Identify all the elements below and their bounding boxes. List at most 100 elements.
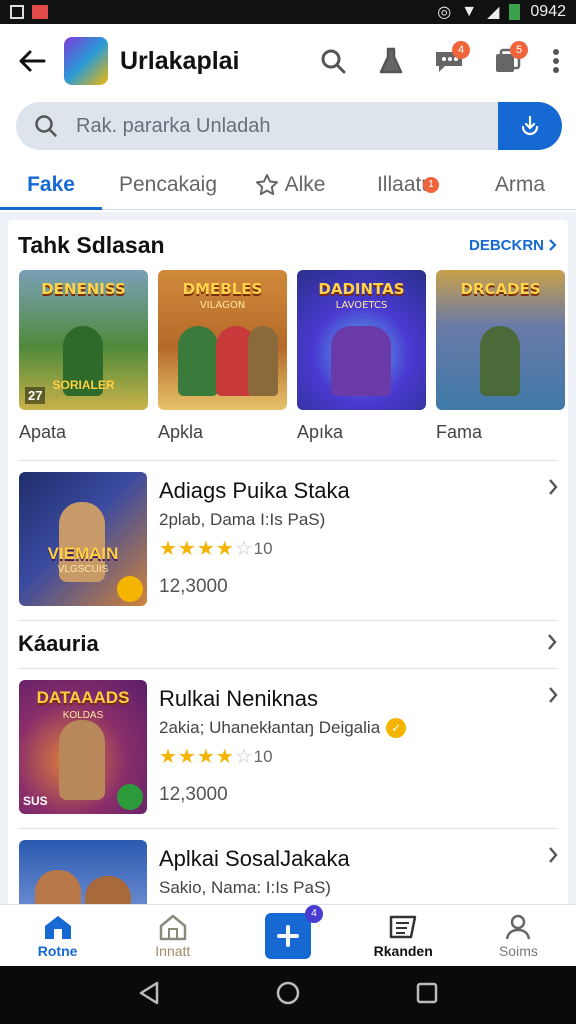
app-tile-label: Apata	[19, 422, 67, 442]
list-item-title: Adiags Puika Staka	[159, 478, 350, 503]
subtitle-text: Sakio, Nama: I:Is PaS)	[159, 878, 331, 897]
tab-fake[interactable]: Fake	[0, 160, 102, 210]
nav-label: Rkanden	[373, 942, 433, 959]
library-button[interactable]: 5	[478, 31, 536, 91]
battery-icon	[509, 4, 521, 20]
divider	[18, 668, 558, 669]
voice-download-button[interactable]	[498, 102, 562, 150]
system-recents-button[interactable]	[415, 981, 439, 1010]
list-item-thumbnail	[19, 840, 147, 904]
lab-button[interactable]	[362, 31, 420, 91]
rating-stars: ★★★★☆	[159, 538, 254, 560]
verified-icon: ✓	[386, 718, 407, 738]
section-header: Tahk Sdlasan DEBCKRN	[18, 228, 558, 262]
chevron-right-icon	[547, 478, 559, 501]
news-icon	[389, 915, 417, 938]
art-title: DRCADES	[460, 280, 541, 298]
art-subtitle: VILAGON	[199, 300, 246, 311]
app-tile[interactable]: DADINTAS LAVOETCS Apıka	[297, 270, 426, 443]
app-tile-label: Fama	[436, 422, 483, 442]
nav-home[interactable]: Rotne	[0, 905, 115, 966]
app-screen: ◎ ▼ ◢ 0942 Urlakaplai 4 5 Rak. pararka U…	[0, 0, 576, 1024]
system-back-button[interactable]	[137, 980, 161, 1011]
nav-innatt[interactable]: Innatt	[115, 905, 230, 966]
art-title: DATAAADS	[36, 688, 130, 707]
notifications-badge: 4	[452, 41, 470, 59]
download-count: 12,3000	[159, 576, 228, 597]
chevron-right-icon	[549, 239, 557, 251]
subtitle-text: 2akia; Uhanekłantaŋ Deigalia	[159, 718, 381, 737]
circle-home-icon	[276, 981, 300, 1004]
search-icon	[321, 49, 346, 74]
tab-label: Arma	[494, 172, 546, 196]
list-item-subtitle: Sakio, Nama: I:Is PaS)	[159, 878, 559, 898]
arrow-left-icon	[19, 50, 46, 72]
nav-label: Rotne	[37, 942, 78, 959]
app-tile[interactable]: DRCADES Fama	[436, 270, 565, 443]
square-recents-icon	[416, 982, 438, 1003]
tab-illaatu[interactable]: Illaatu 1	[346, 160, 464, 209]
star-outline-icon	[255, 173, 278, 195]
character-figure	[35, 870, 81, 904]
list-item[interactable]: Aplkai SosalJakaka Sakio, Nama: I:Is PaS…	[19, 840, 559, 904]
add-button[interactable]: 4	[265, 904, 323, 959]
person-icon	[506, 914, 531, 939]
status-bar: ◎ ▼ ◢ 0942	[0, 0, 576, 24]
nav-add[interactable]: 4	[230, 904, 345, 966]
system-home-button[interactable]	[275, 980, 301, 1011]
tab-pencakaig[interactable]: Pencakaig	[102, 160, 234, 209]
app-thumbnail: DADINTAS LAVOETCS	[297, 270, 426, 410]
library-badge: 5	[510, 41, 528, 59]
tab-label: Fake	[27, 172, 75, 196]
list-item-info: Aplkai SosalJakaka Sakio, Nama: I:Is PaS…	[159, 840, 559, 904]
gallery-icon	[10, 5, 24, 19]
alarm-icon: ◎	[437, 4, 452, 21]
list-item-subtitle: 2plab, Dama I:Is PaS)	[159, 510, 559, 530]
house-outline-icon	[159, 914, 187, 940]
nav-rkanden[interactable]: Rkanden	[346, 905, 461, 966]
section-see-all-link[interactable]: DEBCKRN	[469, 237, 558, 254]
section-title: Tahk Sdlasan	[18, 231, 165, 258]
character-figure	[248, 326, 278, 396]
list-item[interactable]: DATAAADS KOLDAS SUS Rulkai Neniknas 2aki…	[19, 680, 559, 814]
section-title: Káauria	[18, 631, 99, 656]
tab-alke[interactable]: Alke	[234, 160, 346, 209]
list-item-title: Rulkai Neniknas	[159, 686, 318, 711]
status-time: 0942	[530, 3, 566, 20]
tab-badge: 1	[423, 176, 440, 193]
app-tile[interactable]: DMEBLES VILAGON Apkla	[158, 270, 287, 443]
app-logo	[64, 37, 108, 85]
plus-icon	[277, 924, 299, 947]
bottom-nav: Rotne Innatt 4 Rkanden Soims	[0, 904, 576, 966]
search-button[interactable]	[304, 31, 362, 91]
subtitle-text: 2plab, Dama I:Is PaS)	[159, 510, 326, 529]
rating: ★★★★☆ 10	[159, 536, 559, 561]
app-tile[interactable]: DENENISS SORIALER 27 Apata	[19, 270, 148, 443]
back-button[interactable]	[0, 24, 64, 98]
system-nav-bar	[0, 966, 576, 1024]
character-figure	[331, 326, 391, 396]
see-all-label: DEBCKRN	[469, 236, 544, 254]
signal-icon: ◢	[487, 4, 500, 21]
tab-arma[interactable]: Arma	[464, 160, 576, 209]
search-input[interactable]	[76, 102, 498, 150]
divider	[18, 828, 558, 829]
notifications-button[interactable]: 4	[420, 31, 478, 91]
nav-soims[interactable]: Soims	[461, 905, 576, 966]
art-title: DENENISS	[41, 280, 126, 298]
art-title: VIEMAIN	[47, 544, 119, 563]
character-figure	[85, 876, 131, 904]
divider	[18, 620, 558, 621]
chevron-right-icon	[547, 686, 559, 709]
more-button[interactable]	[536, 31, 576, 91]
section-header[interactable]: Káauria	[18, 627, 558, 661]
art-title: DMEBLES	[182, 280, 263, 298]
app-grid: DENENISS SORIALER 27 Apata DMEBLES VILAG…	[19, 270, 565, 443]
wifi-icon: ▼	[461, 3, 478, 20]
list-item[interactable]: VIEMAIN VLGSCUIS Adiags Puika Staka 2pla…	[19, 472, 559, 606]
content-area: Tahk Sdlasan DEBCKRN DENENISS SORIALER 2…	[0, 212, 576, 904]
app-bar: Urlakaplai 4 5	[0, 24, 576, 98]
chevron-right-icon	[546, 633, 558, 656]
app-badge-icon	[117, 576, 143, 602]
search-icon	[35, 115, 57, 137]
